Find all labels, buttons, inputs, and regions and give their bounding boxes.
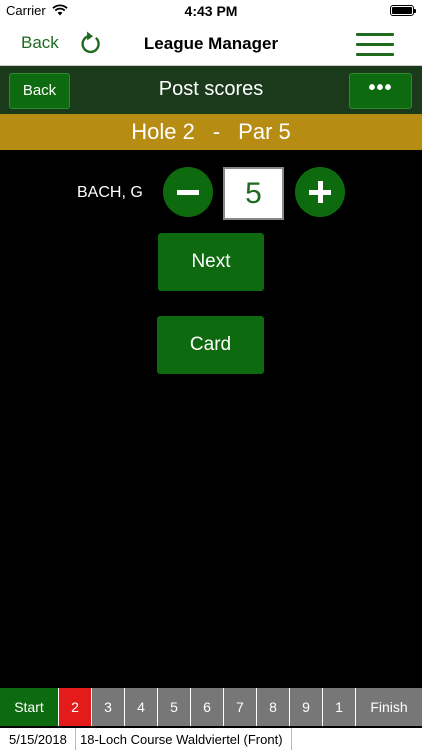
- tab-hole-3[interactable]: 3: [92, 688, 125, 726]
- tab-finish[interactable]: Finish: [356, 688, 422, 726]
- page-header: Back Post scores •••: [0, 66, 422, 114]
- next-button[interactable]: Next: [158, 233, 264, 291]
- footer-divider: [291, 728, 292, 750]
- back-button[interactable]: Back: [9, 73, 70, 109]
- minus-icon: [177, 190, 199, 195]
- hole-par-separator: -: [212, 119, 221, 144]
- course-name: 18-Loch Course Waldviertel (Front): [80, 732, 283, 747]
- par-label: Par 5: [238, 119, 291, 144]
- navigation-bar: Back League Manager: [0, 22, 422, 66]
- decrease-score-button[interactable]: [163, 167, 213, 217]
- status-bar: Carrier 4:43 PM: [0, 0, 422, 22]
- tab-hole-1[interactable]: 1: [323, 688, 356, 726]
- tab-start[interactable]: Start: [0, 688, 59, 726]
- round-info-footer: 5/15/2018 18-Loch Course Waldviertel (Fr…: [0, 728, 422, 750]
- footer-divider: [75, 728, 76, 750]
- tab-hole-6[interactable]: 6: [191, 688, 224, 726]
- player-name: BACH, G: [77, 184, 143, 201]
- more-options-button[interactable]: •••: [349, 73, 412, 109]
- increase-score-button[interactable]: [295, 167, 345, 217]
- tab-hole-4[interactable]: 4: [125, 688, 158, 726]
- nav-back-button[interactable]: Back: [21, 33, 59, 53]
- battery-icon: [390, 5, 416, 16]
- round-date: 5/15/2018: [9, 732, 67, 747]
- card-button[interactable]: Card: [157, 316, 264, 374]
- hole-label: Hole 2: [131, 119, 195, 144]
- status-time: 4:43 PM: [184, 3, 238, 19]
- tab-hole-7[interactable]: 7: [224, 688, 257, 726]
- tab-hole-5[interactable]: 5: [158, 688, 191, 726]
- hole-navigation-tabs: Start 2 3 4 5 6 7 8 9 1 Finish: [0, 688, 422, 726]
- tab-hole-8[interactable]: 8: [257, 688, 290, 726]
- hole-info-bar: Hole 2- Par 5: [0, 114, 422, 150]
- score-value[interactable]: 5: [223, 167, 284, 220]
- tab-hole-2[interactable]: 2: [59, 688, 92, 726]
- tab-hole-9[interactable]: 9: [290, 688, 323, 726]
- hamburger-menu-icon[interactable]: [356, 30, 394, 58]
- refresh-icon[interactable]: [79, 30, 103, 56]
